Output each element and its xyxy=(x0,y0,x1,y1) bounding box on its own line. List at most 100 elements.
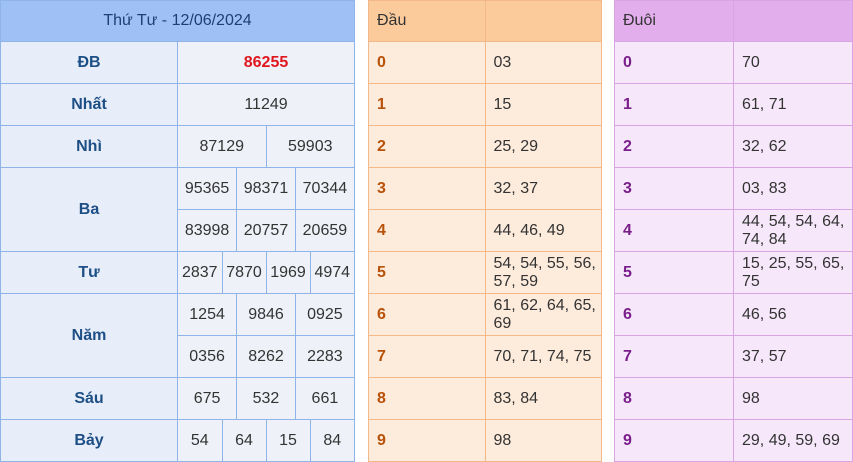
dau-values: 15 xyxy=(484,83,602,126)
duoi-key: 5 xyxy=(614,251,734,294)
dau-key: 2 xyxy=(368,125,486,168)
dau-values: 25, 29 xyxy=(484,125,602,168)
prize-nam-value: 0356 xyxy=(178,335,237,377)
prize-ba-value: 98371 xyxy=(236,168,296,210)
prize-ba-value: 83998 xyxy=(178,209,237,251)
dau-key: 4 xyxy=(368,209,486,252)
prize-nam-value: 0925 xyxy=(294,294,354,336)
duoi-key: 2 xyxy=(614,125,734,168)
duoi-values: 46, 56 xyxy=(733,293,853,336)
prize-bay-value: 84 xyxy=(309,420,354,461)
row-nhat: Nhất 11249 xyxy=(0,83,355,126)
prize-bay-value: 15 xyxy=(265,420,310,461)
duoi-key: 0 xyxy=(614,41,734,84)
dau-key: 1 xyxy=(368,83,486,126)
duoi-key: 9 xyxy=(614,419,734,462)
duoi-values: 70 xyxy=(733,41,853,84)
prize-nhi-value: 59903 xyxy=(265,126,354,167)
prize-sau-value: 532 xyxy=(236,378,296,419)
duoi-values: 61, 71 xyxy=(733,83,853,126)
prize-ba-value: 70344 xyxy=(294,168,354,210)
duoi-values: 44, 54, 54, 64, 74, 84 xyxy=(733,209,853,252)
row-db: ĐB 86255 xyxy=(0,41,355,84)
dau-row: 7 70, 71, 74, 75 xyxy=(368,335,602,378)
duoi-row: 0 70 xyxy=(614,41,853,84)
dau-key: 6 xyxy=(368,293,486,336)
dau-table: Đầu 0 03 1 15 2 25, 29 3 32, 37 4 44, 46, 49 … xyxy=(368,0,602,462)
duoi-row: 3 03, 83 xyxy=(614,167,853,210)
dau-row: 4 44, 46, 49 xyxy=(368,209,602,252)
label-bay: Bảy xyxy=(0,419,178,462)
label-nhat: Nhất xyxy=(0,83,178,126)
row-bay: Bảy 54 64 15 84 xyxy=(0,419,355,462)
duoi-row: 6 46, 56 xyxy=(614,293,853,336)
duoi-values: 29, 49, 59, 69 xyxy=(733,419,853,462)
prize-tu-value: 7870 xyxy=(221,252,266,293)
duoi-row: 2 32, 62 xyxy=(614,125,853,168)
label-db: ĐB xyxy=(0,41,178,84)
duoi-key: 6 xyxy=(614,293,734,336)
dau-key: 9 xyxy=(368,419,486,462)
duoi-header: Đuôi xyxy=(614,0,734,42)
label-nhi: Nhì xyxy=(0,125,178,168)
dau-row: 5 54, 54, 55, 56, 57, 59 xyxy=(368,251,602,294)
prize-nam-value: 9846 xyxy=(236,294,296,336)
prize-nam-value: 8262 xyxy=(236,335,296,377)
prize-nam-value: 1254 xyxy=(178,294,237,336)
dau-values: 98 xyxy=(484,419,602,462)
duoi-row: 4 44, 54, 54, 64, 74, 84 xyxy=(614,209,853,252)
dau-row: 8 83, 84 xyxy=(368,377,602,420)
dau-row: 2 25, 29 xyxy=(368,125,602,168)
dau-row: 0 03 xyxy=(368,41,602,84)
prize-bay-value: 64 xyxy=(221,420,266,461)
prize-tu-value: 2837 xyxy=(178,252,222,293)
prize-sau-value: 675 xyxy=(178,378,237,419)
label-sau: Sáu xyxy=(0,377,178,420)
duoi-row: 5 15, 25, 55, 65, 75 xyxy=(614,251,853,294)
prize-tu-value: 1969 xyxy=(265,252,310,293)
prize-db-value: 86255 xyxy=(177,41,355,84)
dau-values: 32, 37 xyxy=(484,167,602,210)
duoi-key: 4 xyxy=(614,209,734,252)
dau-key: 8 xyxy=(368,377,486,420)
prize-ba-value: 20659 xyxy=(294,209,354,251)
row-nam: Năm 1254 9846 0925 0356 8262 2283 xyxy=(0,293,355,378)
row-tu: Tư 2837 7870 1969 4974 xyxy=(0,251,355,294)
duoi-key: 7 xyxy=(614,335,734,378)
dau-header: Đầu xyxy=(368,0,486,42)
label-ba: Ba xyxy=(0,167,178,252)
dau-values: 44, 46, 49 xyxy=(484,209,602,252)
prize-nhi-value: 87129 xyxy=(178,126,266,167)
results-table: Thứ Tư - 12/06/2024 ĐB 86255 Nhất 11249 … xyxy=(0,0,355,462)
duoi-key: 3 xyxy=(614,167,734,210)
prize-ba-value: 95365 xyxy=(178,168,237,210)
label-tu: Tư xyxy=(0,251,178,294)
prize-bay-value: 54 xyxy=(178,420,222,461)
duoi-values: 98 xyxy=(733,377,853,420)
prize-ba-value: 20757 xyxy=(236,209,296,251)
dau-values: 03 xyxy=(484,41,602,84)
prize-nam-value: 2283 xyxy=(294,335,354,377)
duoi-values: 15, 25, 55, 65, 75 xyxy=(733,251,853,294)
dau-row: 3 32, 37 xyxy=(368,167,602,210)
row-ba: Ba 95365 98371 70344 83998 20757 20659 xyxy=(0,167,355,252)
duoi-values: 37, 57 xyxy=(733,335,853,378)
duoi-row: 8 98 xyxy=(614,377,853,420)
duoi-row: 7 37, 57 xyxy=(614,335,853,378)
dau-key: 7 xyxy=(368,335,486,378)
dau-values: 70, 71, 74, 75 xyxy=(484,335,602,378)
duoi-key: 1 xyxy=(614,83,734,126)
dau-values: 54, 54, 55, 56, 57, 59 xyxy=(484,251,602,294)
prize-tu-value: 4974 xyxy=(309,252,354,293)
duoi-values: 32, 62 xyxy=(733,125,853,168)
duoi-row: 1 61, 71 xyxy=(614,83,853,126)
dau-key: 5 xyxy=(368,251,486,294)
row-nhi: Nhì 87129 59903 xyxy=(0,125,355,168)
results-title: Thứ Tư - 12/06/2024 xyxy=(0,0,355,42)
dau-row: 6 61, 62, 64, 65, 69 xyxy=(368,293,602,336)
dau-values: 83, 84 xyxy=(484,377,602,420)
duoi-values: 03, 83 xyxy=(733,167,853,210)
duoi-row: 9 29, 49, 59, 69 xyxy=(614,419,853,462)
dau-key: 3 xyxy=(368,167,486,210)
dau-row: 9 98 xyxy=(368,419,602,462)
